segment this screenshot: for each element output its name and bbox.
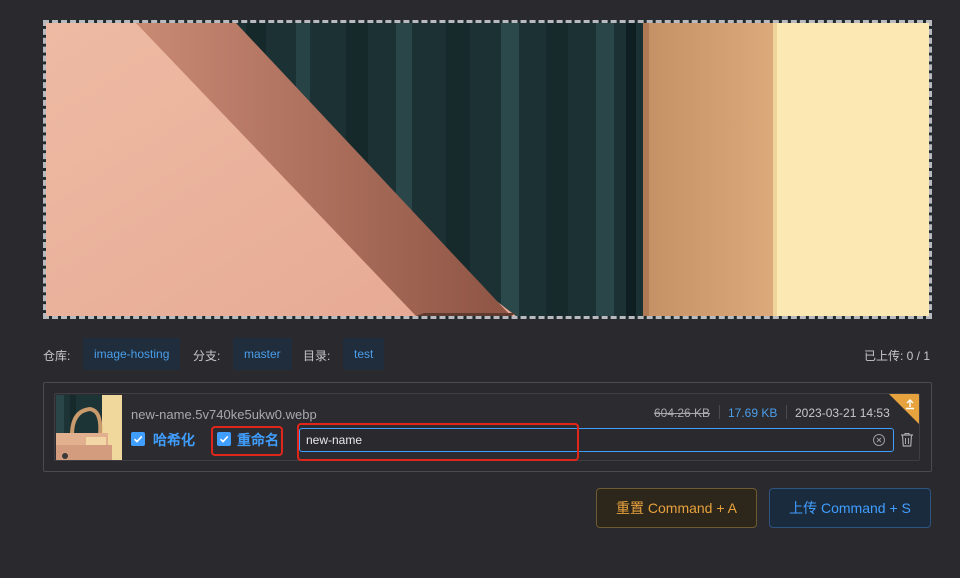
preview-image xyxy=(46,23,929,316)
dir-label: 目录: xyxy=(303,349,331,363)
upload-meta-row: 仓库: image-hosting 分支: master 目录: test 已上… xyxy=(43,338,932,370)
hash-label[interactable]: 哈希化 xyxy=(153,430,195,450)
file-date: 2023-03-21 14:53 xyxy=(795,406,890,420)
divider xyxy=(719,405,720,419)
reset-button[interactable]: 重置 Command + A xyxy=(596,488,757,528)
file-item: new-name.5v740ke5ukw0.webp 604.26 KB 17.… xyxy=(54,393,920,461)
repo-tag[interactable]: image-hosting xyxy=(83,338,181,370)
branch-tag[interactable]: master xyxy=(233,338,292,370)
dir-tag[interactable]: test xyxy=(343,338,385,370)
clear-input-icon[interactable] xyxy=(872,433,886,447)
check-icon xyxy=(219,435,229,443)
rename-label[interactable]: 重命名 xyxy=(237,430,279,450)
delete-icon[interactable] xyxy=(900,432,914,447)
rename-input[interactable] xyxy=(299,428,894,452)
upload-status-corner xyxy=(889,394,919,424)
branch-label: 分支: xyxy=(193,349,221,363)
uploaded-count: 已上传: 0 / 1 xyxy=(863,349,930,363)
file-list-card: new-name.5v740ke5ukw0.webp 604.26 KB 17.… xyxy=(43,382,932,472)
file-thumbnail xyxy=(56,395,122,460)
repo-label: 仓库: xyxy=(43,349,71,363)
upload-button[interactable]: 上传 Command + S xyxy=(769,488,931,528)
hash-checkbox[interactable] xyxy=(131,432,145,446)
original-size: 604.26 KB xyxy=(654,406,711,420)
image-preview-area[interactable] xyxy=(43,20,932,319)
file-name: new-name.5v740ke5ukw0.webp xyxy=(131,407,317,422)
check-icon xyxy=(133,435,143,443)
rename-checkbox[interactable] xyxy=(217,432,231,446)
divider xyxy=(786,405,787,419)
compressed-size: 17.69 KB xyxy=(728,406,778,420)
